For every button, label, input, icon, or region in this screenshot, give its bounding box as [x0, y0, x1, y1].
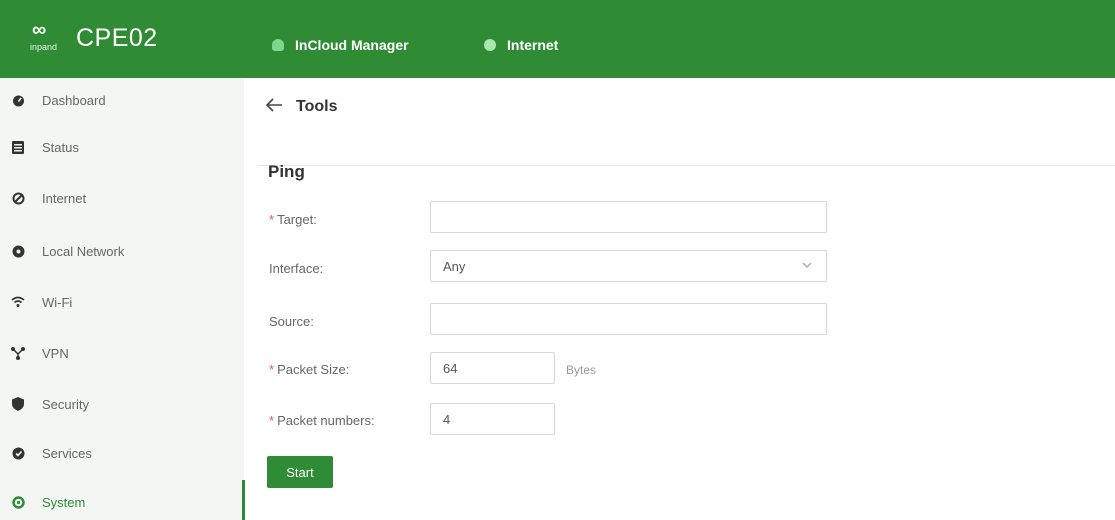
page-header: Tools — [245, 78, 1115, 166]
sidebar-item-system[interactable]: System — [0, 484, 244, 520]
back-arrow-icon[interactable] — [265, 97, 285, 117]
incloud-manager-status[interactable]: InCloud Manager — [272, 35, 409, 55]
sidebar-item-local-network[interactable]: Local Network — [0, 233, 244, 269]
local-network-icon — [11, 244, 25, 258]
sidebar-item-vpn[interactable]: VPN — [0, 335, 244, 371]
page-title: Tools — [296, 98, 338, 115]
brand[interactable]: ∞ inpand CPE02 — [28, 18, 158, 58]
sidebar-item-label: Status — [42, 139, 79, 155]
packet-numbers-label: * Packet numbers: — [269, 413, 375, 428]
vpn-icon — [11, 346, 25, 360]
sidebar-item-wifi[interactable]: Wi-Fi — [0, 284, 244, 320]
sidebar-item-security[interactable]: Security — [0, 386, 244, 422]
interface-label: Interface: — [269, 261, 324, 276]
packet-size-input[interactable] — [430, 352, 555, 384]
sidebar: Dashboard Status Internet Local Network … — [0, 78, 244, 520]
sidebar-item-label: Security — [42, 396, 89, 412]
system-icon — [11, 495, 25, 509]
logo-mark: ∞ — [32, 19, 46, 41]
sidebar-item-status[interactable]: Status — [0, 129, 244, 165]
interface-select[interactable]: Any — [430, 250, 827, 282]
packet-numbers-input[interactable] — [430, 403, 555, 435]
status-icon — [11, 140, 25, 154]
sidebar-item-dashboard[interactable]: Dashboard — [0, 82, 244, 118]
packet-size-label: * Packet Size: — [269, 362, 350, 377]
start-button[interactable]: Start — [267, 456, 333, 488]
inpand-logo: ∞ inpand — [28, 18, 70, 58]
sidebar-item-label: Internet — [42, 190, 87, 206]
internet-status-dot — [484, 39, 496, 51]
sidebar-item-label: Wi-Fi — [42, 294, 73, 310]
device-name: CPE02 — [76, 23, 158, 52]
services-icon — [11, 446, 25, 460]
wifi-icon — [11, 295, 25, 309]
chevron-down-icon — [802, 260, 812, 270]
required-mark: * — [269, 362, 275, 377]
logo-sub: inpand — [30, 42, 58, 52]
security-icon — [11, 397, 25, 411]
sidebar-item-services[interactable]: Services — [0, 435, 244, 471]
sidebar-item-internet[interactable]: Internet — [0, 180, 244, 216]
cloud-icon — [272, 39, 284, 51]
sidebar-item-label: Dashboard — [42, 92, 106, 108]
interface-selected-value: Any — [443, 258, 466, 274]
required-mark: * — [269, 413, 275, 428]
main-content: Tools Ping * Target: Interface: Any Sourc… — [245, 78, 1115, 520]
target-input[interactable] — [430, 201, 827, 233]
internet-status-label: Internet — [507, 37, 559, 53]
sidebar-item-label: Services — [42, 445, 92, 461]
source-input[interactable] — [430, 303, 827, 335]
dashboard-icon — [11, 93, 25, 107]
source-label: Source: — [269, 314, 314, 329]
divider — [258, 165, 1115, 166]
incloud-manager-label: InCloud Manager — [295, 37, 409, 53]
packet-size-unit: Bytes — [566, 363, 597, 377]
sidebar-item-label: Local Network — [42, 243, 125, 259]
internet-status[interactable]: Internet — [484, 35, 558, 55]
required-mark: * — [269, 212, 275, 227]
internet-icon — [11, 191, 25, 205]
sidebar-item-label: VPN — [42, 345, 69, 361]
target-label: * Target: — [269, 212, 317, 227]
sidebar-item-label: System — [42, 494, 86, 510]
top-header: ∞ inpand CPE02 InCloud Manager Internet — [0, 0, 1115, 78]
section-title-ping: Ping — [268, 162, 305, 181]
